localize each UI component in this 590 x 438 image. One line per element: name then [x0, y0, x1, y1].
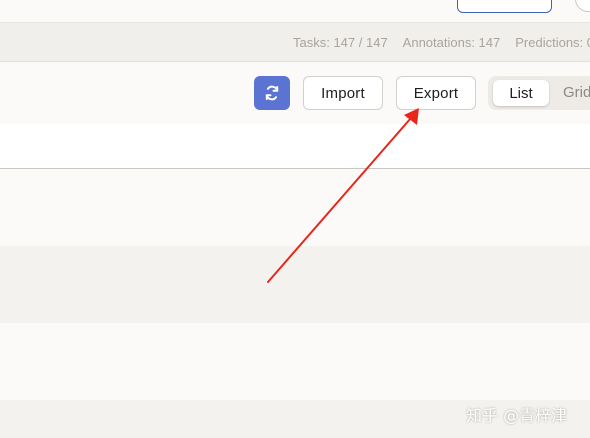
import-button[interactable]: Import [303, 76, 383, 110]
view-toggle: List Grid [488, 76, 590, 110]
data-manager-toolbar: Import Export List Grid [0, 62, 590, 124]
export-button[interactable]: Export [396, 76, 476, 110]
top-action-button[interactable] [457, 0, 552, 13]
refresh-icon [265, 85, 279, 101]
top-toggle[interactable] [575, 0, 590, 12]
top-navigation-bar [0, 0, 590, 23]
refresh-button[interactable] [254, 76, 290, 110]
table-header [0, 124, 590, 169]
list-view-tab[interactable]: List [493, 80, 549, 106]
stats-text: Tasks: 147 / 147 Annotations: 147 Predicti… [293, 35, 590, 50]
watermark: 知乎 @青梓津 [466, 406, 568, 425]
project-stats-bar: Tasks: 147 / 147 Annotations: 147 Predicti… [0, 23, 590, 62]
table-row[interactable] [0, 246, 590, 323]
annotations-count: Annotations: 147 [402, 35, 501, 50]
grid-view-tab[interactable]: Grid [563, 84, 590, 101]
tasks-count: Tasks: 147 / 147 [293, 35, 388, 50]
predictions-count: Predictions: 0 [515, 35, 590, 50]
table-row[interactable] [0, 323, 590, 400]
table-row[interactable] [0, 169, 590, 246]
